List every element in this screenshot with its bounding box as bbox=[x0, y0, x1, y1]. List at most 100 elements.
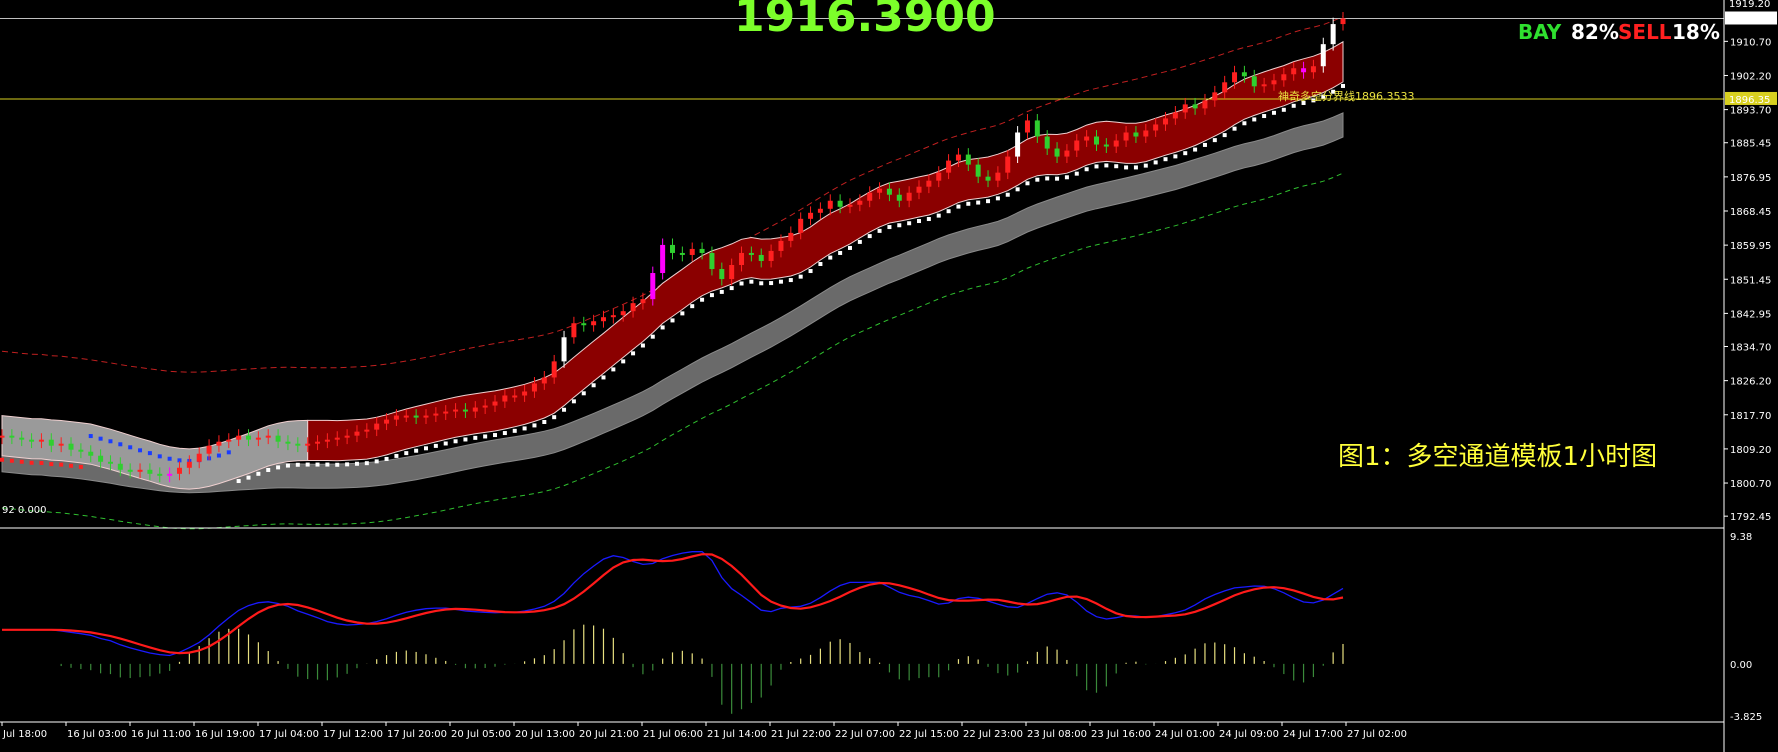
stop-dot bbox=[108, 439, 113, 444]
stop-dot bbox=[1124, 165, 1129, 170]
time-tick-label: 16 Jul 19:00 bbox=[195, 729, 255, 740]
candle-body bbox=[748, 252, 754, 255]
stop-dot bbox=[512, 428, 517, 433]
indicator-tick-label: 9.38 bbox=[1730, 532, 1752, 543]
stop-dot bbox=[78, 464, 83, 469]
stop-dot bbox=[769, 281, 774, 286]
candle-body bbox=[719, 269, 725, 280]
price-chart[interactable]: 1792.45 1800.70 1809.20 1817.70 1826.20 1834.… bbox=[0, 0, 1778, 752]
candle-body bbox=[955, 154, 961, 161]
candle-body bbox=[246, 435, 252, 440]
time-tick-label: 17 Jul 12:00 bbox=[323, 729, 383, 740]
time-tick-label: 17 Jul 20:00 bbox=[387, 729, 447, 740]
stop-dot bbox=[1143, 163, 1148, 168]
stop-dot bbox=[295, 462, 300, 467]
indicator-main-line bbox=[2, 551, 1344, 657]
chart-caption: 图1：多空通道模板1小时图 bbox=[1338, 442, 1657, 472]
candle-body bbox=[364, 429, 370, 432]
candle-body bbox=[1172, 112, 1178, 119]
stop-dot bbox=[9, 458, 14, 463]
candle-body bbox=[936, 172, 942, 181]
price-tick-label: 1910.70 bbox=[1730, 37, 1771, 48]
candle-body bbox=[1222, 82, 1228, 93]
candle-body bbox=[1143, 130, 1149, 137]
stop-dot bbox=[167, 456, 172, 461]
stop-dot bbox=[384, 456, 389, 461]
candle-body bbox=[127, 469, 133, 472]
stop-dot bbox=[433, 443, 438, 448]
stop-dot bbox=[808, 269, 813, 274]
stop-dot bbox=[88, 434, 93, 439]
stop-dot bbox=[1232, 126, 1237, 131]
candle-body bbox=[78, 449, 84, 452]
stop-dot bbox=[443, 441, 448, 446]
stop-dot bbox=[995, 196, 1000, 201]
candle-body bbox=[758, 254, 764, 261]
price-tick-label: 1868.45 bbox=[1730, 207, 1771, 218]
stop-dot bbox=[680, 311, 685, 316]
candle-body bbox=[186, 461, 192, 468]
stop-dot bbox=[325, 462, 330, 467]
stop-dot bbox=[157, 454, 162, 459]
sell-label: SELL bbox=[1618, 20, 1672, 44]
stop-dot bbox=[1281, 107, 1286, 112]
stop-dot bbox=[749, 279, 754, 284]
stop-dot bbox=[59, 462, 64, 467]
stop-dot bbox=[236, 479, 241, 484]
stop-dot bbox=[700, 297, 705, 302]
candle-body bbox=[531, 383, 537, 392]
candle-body bbox=[827, 200, 833, 209]
buy-percent: 82% bbox=[1571, 20, 1619, 44]
stop-dot bbox=[1015, 187, 1020, 192]
price-tick-label: 1826.20 bbox=[1730, 377, 1771, 388]
candle-body bbox=[630, 303, 636, 312]
candle-body bbox=[9, 435, 15, 438]
price-tick-label: 1842.95 bbox=[1730, 309, 1771, 320]
candle-body bbox=[107, 461, 113, 464]
stop-dot bbox=[660, 325, 665, 330]
candle-body bbox=[206, 445, 212, 454]
stop-dot bbox=[1025, 181, 1030, 186]
price-tick-label: 1859.95 bbox=[1730, 241, 1771, 252]
candle-body bbox=[995, 172, 1001, 181]
stop-dot bbox=[828, 255, 833, 260]
candle-body bbox=[1291, 68, 1297, 75]
candle-body bbox=[137, 469, 143, 472]
stop-dot bbox=[1341, 83, 1345, 88]
stop-dot bbox=[591, 383, 596, 388]
time-tick-label: 27 Jul 02:00 bbox=[1347, 729, 1407, 740]
level-line-label: 神奇多空分界线1896.3533 bbox=[1278, 89, 1414, 103]
stop-dot bbox=[1262, 114, 1267, 119]
price-tick-label: 1902.20 bbox=[1730, 71, 1771, 82]
stop-dot bbox=[838, 250, 843, 255]
time-tick-label: 20 Jul 21:00 bbox=[579, 729, 639, 740]
stop-dot bbox=[128, 445, 133, 450]
current-price-label: 1916.39 bbox=[1729, 14, 1770, 25]
candle-body bbox=[1202, 100, 1208, 109]
candle-body bbox=[867, 192, 873, 201]
candle-body bbox=[1084, 136, 1090, 141]
stop-dot bbox=[887, 225, 892, 230]
stop-dot bbox=[1114, 164, 1119, 169]
stop-dot bbox=[0, 457, 4, 462]
candle-body bbox=[147, 469, 153, 474]
stop-dot bbox=[414, 448, 419, 453]
candle-body bbox=[699, 248, 705, 253]
candle-body bbox=[1044, 136, 1050, 149]
stop-dot bbox=[502, 431, 507, 436]
candle-body bbox=[1005, 156, 1011, 173]
stop-dot bbox=[69, 463, 74, 468]
stop-dot bbox=[552, 415, 557, 420]
candle-body bbox=[176, 467, 182, 474]
stop-dot bbox=[670, 318, 675, 323]
candle-body bbox=[709, 252, 715, 270]
stop-dot bbox=[374, 459, 379, 464]
candle-body bbox=[1113, 140, 1119, 147]
candle-body bbox=[502, 395, 508, 402]
stop-dot bbox=[897, 223, 902, 228]
candle-body bbox=[1163, 118, 1169, 125]
stop-dot bbox=[562, 407, 567, 412]
stop-dot bbox=[709, 293, 714, 298]
stop-dot bbox=[640, 343, 645, 348]
stop-dot bbox=[1291, 103, 1296, 108]
